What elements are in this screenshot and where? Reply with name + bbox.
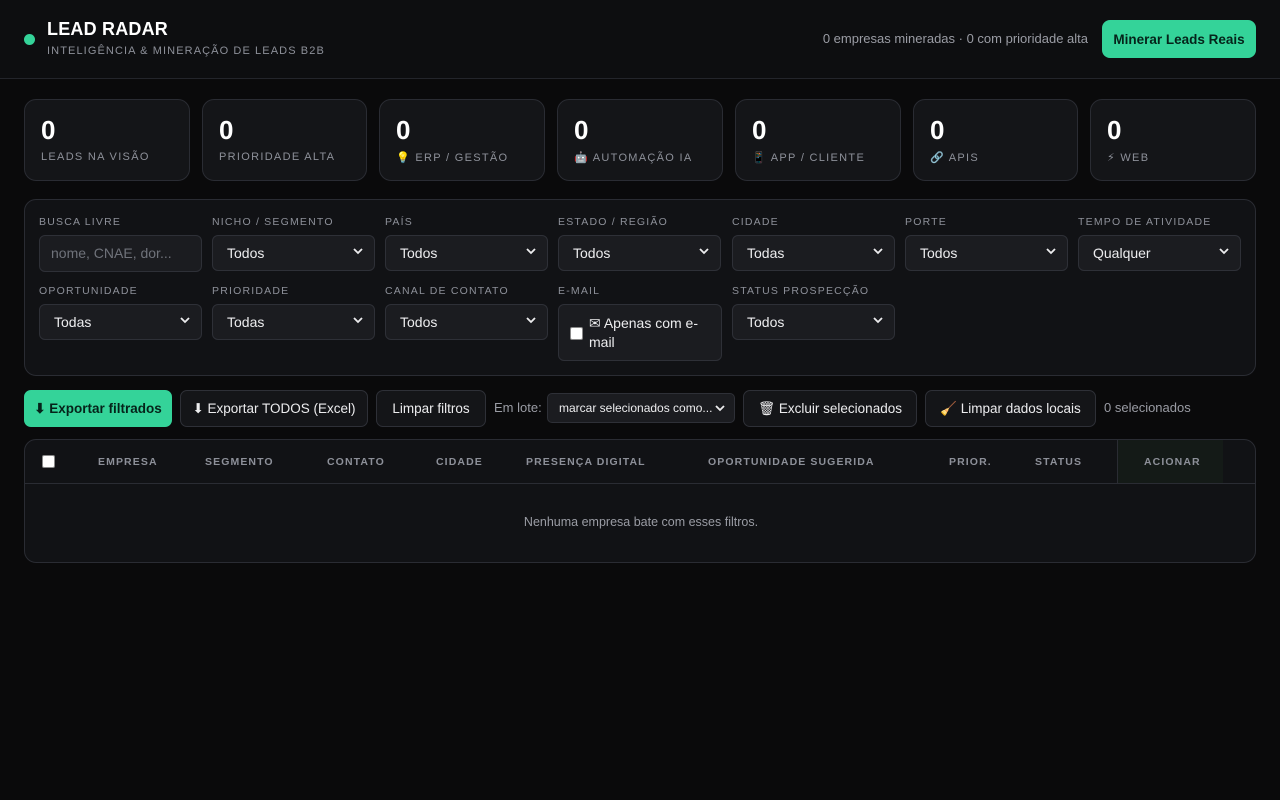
stat-label: 📱 APP / CLIENTE xyxy=(752,152,866,164)
opportunity-select-value: Todas xyxy=(54,314,92,330)
stat-label: ⚡ WEB xyxy=(1107,152,1150,164)
batch-label: Em lote: xyxy=(494,400,542,415)
chevron-down-icon xyxy=(526,248,536,255)
export-filtered-button[interactable]: ⬇ Exportar filtrados xyxy=(24,390,172,427)
stat-value: 0 xyxy=(41,115,56,145)
state-label: ESTADO / REGIÃO xyxy=(558,216,668,228)
leads-table: EMPRESA SEGMENTO CONTATO CIDADE PRESENÇA… xyxy=(24,439,1256,563)
channel-label: CANAL DE CONTATO xyxy=(385,285,509,297)
stat-label: 🤖 AUTOMAÇÃO IA xyxy=(574,152,693,164)
app-title: LEAD RADAR xyxy=(47,19,168,39)
activity-time-select-value: Qualquer xyxy=(1093,245,1151,261)
column-header-oportunidade[interactable]: OPORTUNIDADE SUGERIDA xyxy=(708,456,875,468)
table-header: EMPRESA SEGMENTO CONTATO CIDADE PRESENÇA… xyxy=(25,440,1255,484)
opportunity-label: OPORTUNIDADE xyxy=(39,285,138,297)
chevron-down-icon xyxy=(526,317,536,324)
country-select-value: Todos xyxy=(400,245,438,261)
activity-time-select[interactable]: Qualquer xyxy=(1078,235,1241,271)
stat-value: 0 xyxy=(1107,115,1122,145)
chevron-down-icon xyxy=(873,317,883,324)
search-label: BUSCA LIVRE xyxy=(39,216,122,228)
country-label: PAÍS xyxy=(385,216,413,228)
priority-select-value: Todas xyxy=(227,314,265,330)
clear-filters-button[interactable]: Limpar filtros xyxy=(376,390,486,427)
size-label: PORTE xyxy=(905,216,947,228)
priority-label: PRIORIDADE xyxy=(212,285,290,297)
mining-status: 0 empresas mineradas · 0 com prioridade … xyxy=(822,31,1088,46)
column-header-cidade[interactable]: CIDADE xyxy=(436,456,483,468)
chevron-down-icon xyxy=(1046,248,1056,255)
column-header-prioridade[interactable]: PRIOR. xyxy=(949,456,992,468)
stat-value: 0 xyxy=(752,115,767,145)
chevron-down-icon xyxy=(1219,248,1229,255)
channel-select[interactable]: Todos xyxy=(385,304,548,340)
app-subtitle: INTELIGÊNCIA & MINERAÇÃO DE LEADS B2B xyxy=(47,45,325,57)
stat-label: 💡 ERP / GESTÃO xyxy=(396,152,509,164)
column-header-empresa[interactable]: EMPRESA xyxy=(98,456,158,468)
state-select[interactable]: Todos xyxy=(558,235,721,271)
column-header-segmento[interactable]: SEGMENTO xyxy=(205,456,274,468)
email-only-label: ✉ Apenas com e-mail xyxy=(589,315,699,350)
clear-local-data-button[interactable]: 🧹 Limpar dados locais xyxy=(925,390,1096,427)
search-input[interactable]: nome, CNAE, dor... xyxy=(39,235,202,272)
chevron-down-icon xyxy=(180,317,190,324)
column-header-status[interactable]: STATUS xyxy=(1035,456,1082,468)
city-select[interactable]: Todas xyxy=(732,235,895,271)
selected-count: 0 selecionados xyxy=(1104,400,1191,415)
column-header-contato[interactable]: CONTATO xyxy=(327,456,385,468)
stat-label: PRIORIDADE ALTA xyxy=(219,151,336,163)
filters-panel: BUSCA LIVRE NICHO / SEGMENTO PAÍS ESTADO… xyxy=(24,199,1256,376)
status-label: STATUS PROSPECÇÃO xyxy=(732,285,870,297)
delete-selected-button[interactable]: 🗑 Excluir selecionados xyxy=(743,390,917,427)
select-all-checkbox[interactable] xyxy=(42,455,55,468)
opportunity-select[interactable]: Todas xyxy=(39,304,202,340)
state-select-value: Todos xyxy=(573,245,611,261)
stat-card-ai-automation: 0 🤖 AUTOMAÇÃO IA xyxy=(557,99,723,181)
size-select-value: Todos xyxy=(920,245,958,261)
activity-time-label: TEMPO DE ATIVIDADE xyxy=(1078,216,1212,228)
batch-action-select[interactable]: marcar selecionados como... xyxy=(547,393,735,423)
mine-leads-button[interactable]: Minerar Leads Reais xyxy=(1102,20,1256,58)
niche-label: NICHO / SEGMENTO xyxy=(212,216,334,228)
status-select[interactable]: Todos xyxy=(732,304,895,340)
priority-select[interactable]: Todas xyxy=(212,304,375,340)
city-select-value: Todas xyxy=(747,245,785,261)
chevron-down-icon xyxy=(699,248,709,255)
email-only-toggle[interactable]: ✉ Apenas com e-mail xyxy=(558,304,722,361)
size-select[interactable]: Todos xyxy=(905,235,1068,271)
email-label: E-MAIL xyxy=(558,285,601,297)
stat-label: 🔗 APIS xyxy=(930,152,980,164)
chevron-down-icon xyxy=(353,248,363,255)
stat-card-high-priority: 0 PRIORIDADE ALTA xyxy=(202,99,367,181)
stat-value: 0 xyxy=(930,115,945,145)
stat-label: LEADS NA VISÃO xyxy=(41,151,150,163)
empty-state-message: Nenhuma empresa bate com esses filtros. xyxy=(523,515,759,529)
city-label: CIDADE xyxy=(732,216,779,228)
channel-select-value: Todos xyxy=(400,314,438,330)
chevron-down-icon xyxy=(715,405,725,412)
country-select[interactable]: Todos xyxy=(385,235,548,271)
status-select-value: Todos xyxy=(747,314,785,330)
niche-select[interactable]: Todos xyxy=(212,235,375,271)
column-header-acionar: ACIONAR xyxy=(1144,456,1201,468)
stat-card-app: 0 📱 APP / CLIENTE xyxy=(735,99,901,181)
chevron-down-icon xyxy=(873,248,883,255)
stat-card-apis: 0 🔗 APIS xyxy=(913,99,1078,181)
column-header-presenca-digital[interactable]: PRESENÇA DIGITAL xyxy=(526,456,646,468)
stat-card-leads: 0 LEADS NA VISÃO xyxy=(24,99,190,181)
batch-action-value: marcar selecionados como... xyxy=(559,401,713,415)
stat-card-erp: 0 💡 ERP / GESTÃO xyxy=(379,99,545,181)
email-only-checkbox[interactable] xyxy=(570,327,583,340)
niche-select-value: Todos xyxy=(227,245,265,261)
status-dot-icon xyxy=(24,34,35,45)
stat-value: 0 xyxy=(396,115,411,145)
top-bar: LEAD RADAR INTELIGÊNCIA & MINERAÇÃO DE L… xyxy=(0,0,1280,79)
export-all-button[interactable]: ⬇ Exportar TODOS (Excel) xyxy=(180,390,368,427)
stat-card-web: 0 ⚡ WEB xyxy=(1090,99,1256,181)
chevron-down-icon xyxy=(353,317,363,324)
stat-value: 0 xyxy=(219,115,234,145)
stat-value: 0 xyxy=(574,115,589,145)
